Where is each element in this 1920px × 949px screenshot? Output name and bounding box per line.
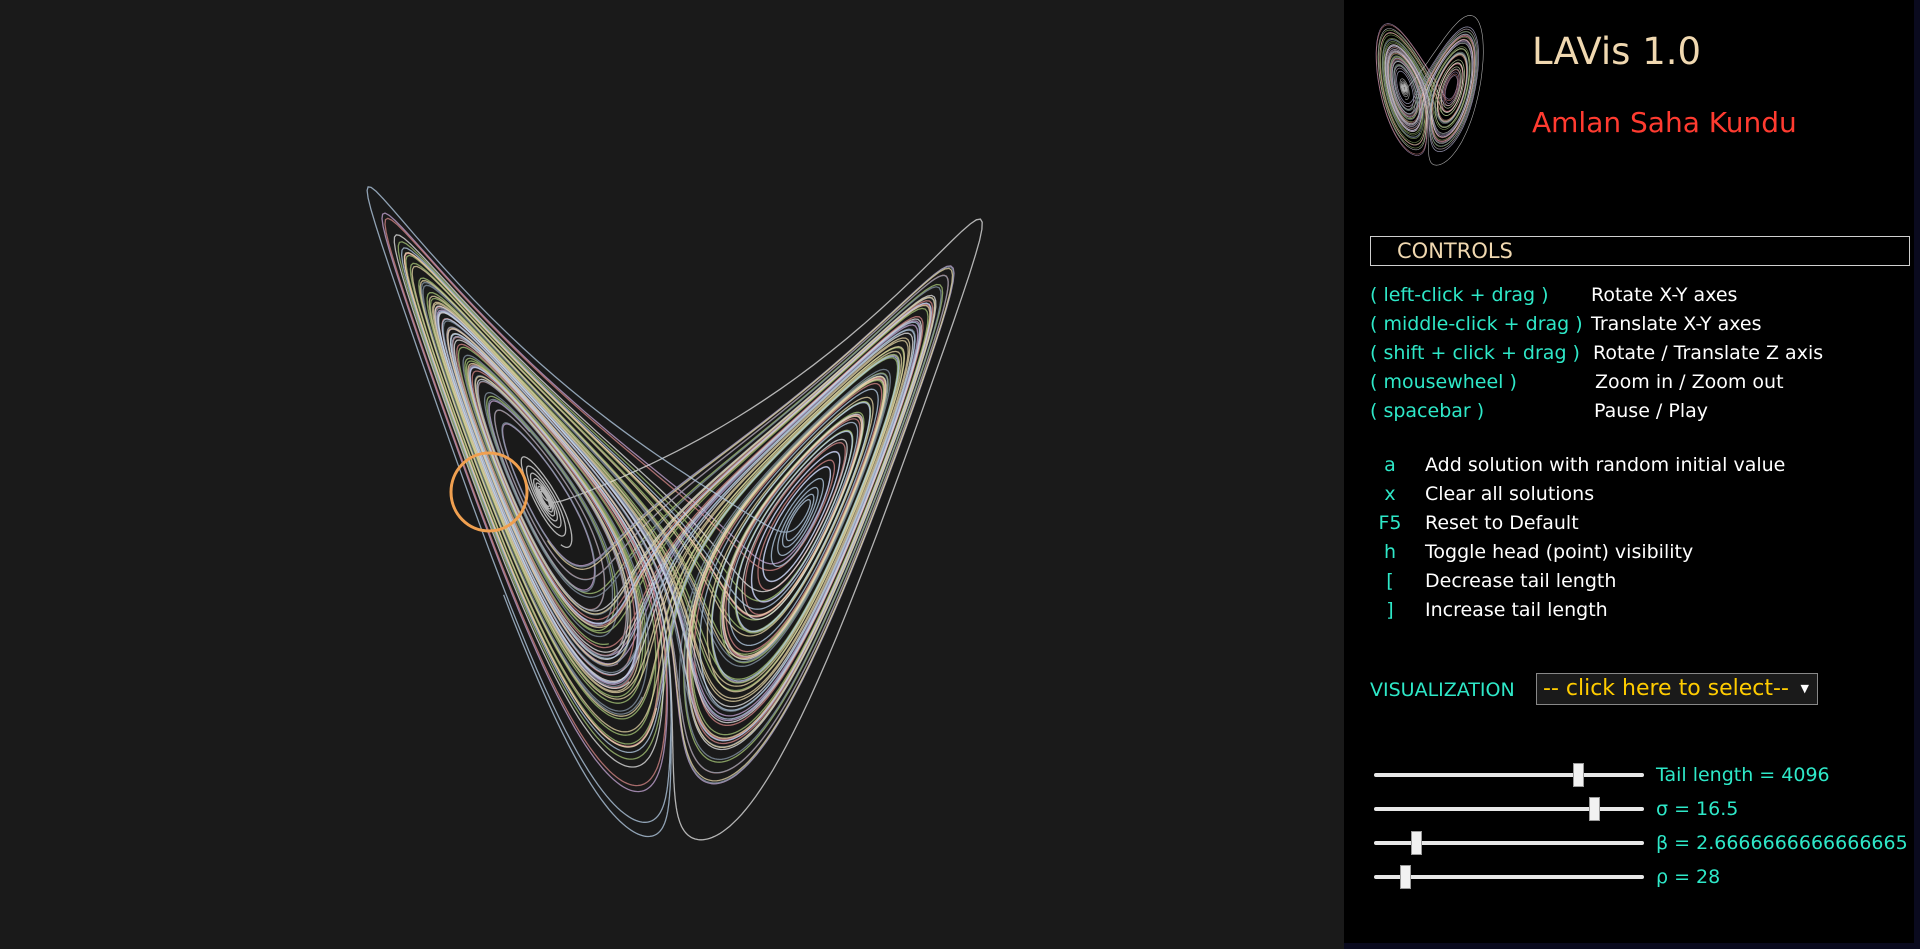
mouse-control-key: ( mousewheel ) (1370, 371, 1517, 393)
visualization-label: VISUALIZATION (1370, 679, 1515, 701)
controls-heading: CONTROLS (1397, 239, 1513, 263)
app-title: LAVis 1.0 (1532, 30, 1702, 73)
visualization-selected-value: -- click here to select-- (1543, 676, 1789, 701)
rho-slider-track[interactable] (1374, 875, 1644, 879)
mouse-control-key: ( spacebar ) (1370, 400, 1485, 422)
key-control-row: h Toggle head (point) visibility (1370, 541, 1910, 570)
key-shortcut: x (1384, 483, 1396, 505)
key-control-row: ] Increase tail length (1370, 599, 1910, 628)
tail-length-slider-thumb[interactable] (1573, 763, 1584, 787)
key-description: Add solution with random initial value (1425, 454, 1786, 476)
key-shortcut: a (1384, 454, 1396, 476)
key-shortcut: [ (1386, 570, 1394, 592)
mouse-control-key: ( shift + click + drag ) (1370, 342, 1580, 364)
lorenz-logo-icon (1375, 15, 1484, 166)
mouse-control-key: ( left-click + drag ) (1370, 284, 1549, 306)
lorenz-attractor-plot (366, 186, 983, 841)
mouse-control-key: ( middle-click + drag ) (1370, 313, 1583, 335)
author-name: Amlan Saha Kundu (1532, 106, 1797, 139)
sigma-slider-row: σ = 16.5 (1374, 796, 1914, 826)
sigma-slider-track[interactable] (1374, 807, 1644, 811)
rho-slider-thumb[interactable] (1400, 865, 1411, 889)
control-panel: LAVis 1.0 Amlan Saha Kundu CONTROLS ( le… (1344, 0, 1920, 949)
key-description: Reset to Default (1425, 512, 1579, 534)
key-description: Toggle head (point) visibility (1425, 541, 1694, 563)
sigma-slider-thumb[interactable] (1589, 797, 1600, 821)
key-shortcut: F5 (1378, 512, 1402, 534)
key-description: Decrease tail length (1425, 570, 1617, 592)
rho-value: ρ = 28 (1656, 866, 1721, 888)
attractor-canvas[interactable] (0, 0, 1344, 949)
tail-length-value: Tail length = 4096 (1656, 764, 1830, 786)
beta-value: β = 2.6666666666666665 (1656, 832, 1908, 854)
tail-length-slider-row: Tail length = 4096 (1374, 762, 1914, 792)
key-description: Clear all solutions (1425, 483, 1595, 505)
controls-header: CONTROLS (1370, 236, 1910, 266)
mouse-control-row: ( left-click + drag ) Rotate X-Y axes (1370, 284, 1910, 313)
rho-slider-row: ρ = 28 (1374, 864, 1914, 894)
mouse-control-desc: Pause / Play (1594, 400, 1708, 422)
visualization-select[interactable]: -- click here to select-- ▼ (1536, 673, 1818, 705)
mouse-control-desc: Translate X-Y axes (1591, 313, 1762, 335)
key-shortcut: h (1383, 541, 1397, 563)
mouse-control-row: ( middle-click + drag ) Translate X-Y ax… (1370, 313, 1910, 342)
key-control-row: [ Decrease tail length (1370, 570, 1910, 599)
mouse-control-desc: Zoom in / Zoom out (1595, 371, 1784, 393)
beta-slider-thumb[interactable] (1411, 831, 1422, 855)
key-control-row: F5 Reset to Default (1370, 512, 1910, 541)
mouse-control-row: ( mousewheel ) Zoom in / Zoom out (1370, 371, 1910, 400)
key-control-row: a Add solution with random initial value (1370, 454, 1910, 483)
mouse-control-desc: Rotate / Translate Z axis (1593, 342, 1824, 364)
beta-slider-row: β = 2.6666666666666665 (1374, 830, 1914, 860)
dropdown-caret-icon: ▼ (1800, 682, 1809, 695)
mouse-control-row: ( shift + click + drag ) Rotate / Transl… (1370, 342, 1910, 371)
sigma-value: σ = 16.5 (1656, 798, 1739, 820)
key-control-row: x Clear all solutions (1370, 483, 1910, 512)
mouse-control-desc: Rotate X-Y axes (1591, 284, 1738, 306)
key-shortcut: ] (1386, 599, 1394, 621)
key-description: Increase tail length (1425, 599, 1608, 621)
mouse-control-row: ( spacebar ) Pause / Play (1370, 400, 1910, 429)
tail-length-slider-track[interactable] (1374, 773, 1644, 777)
